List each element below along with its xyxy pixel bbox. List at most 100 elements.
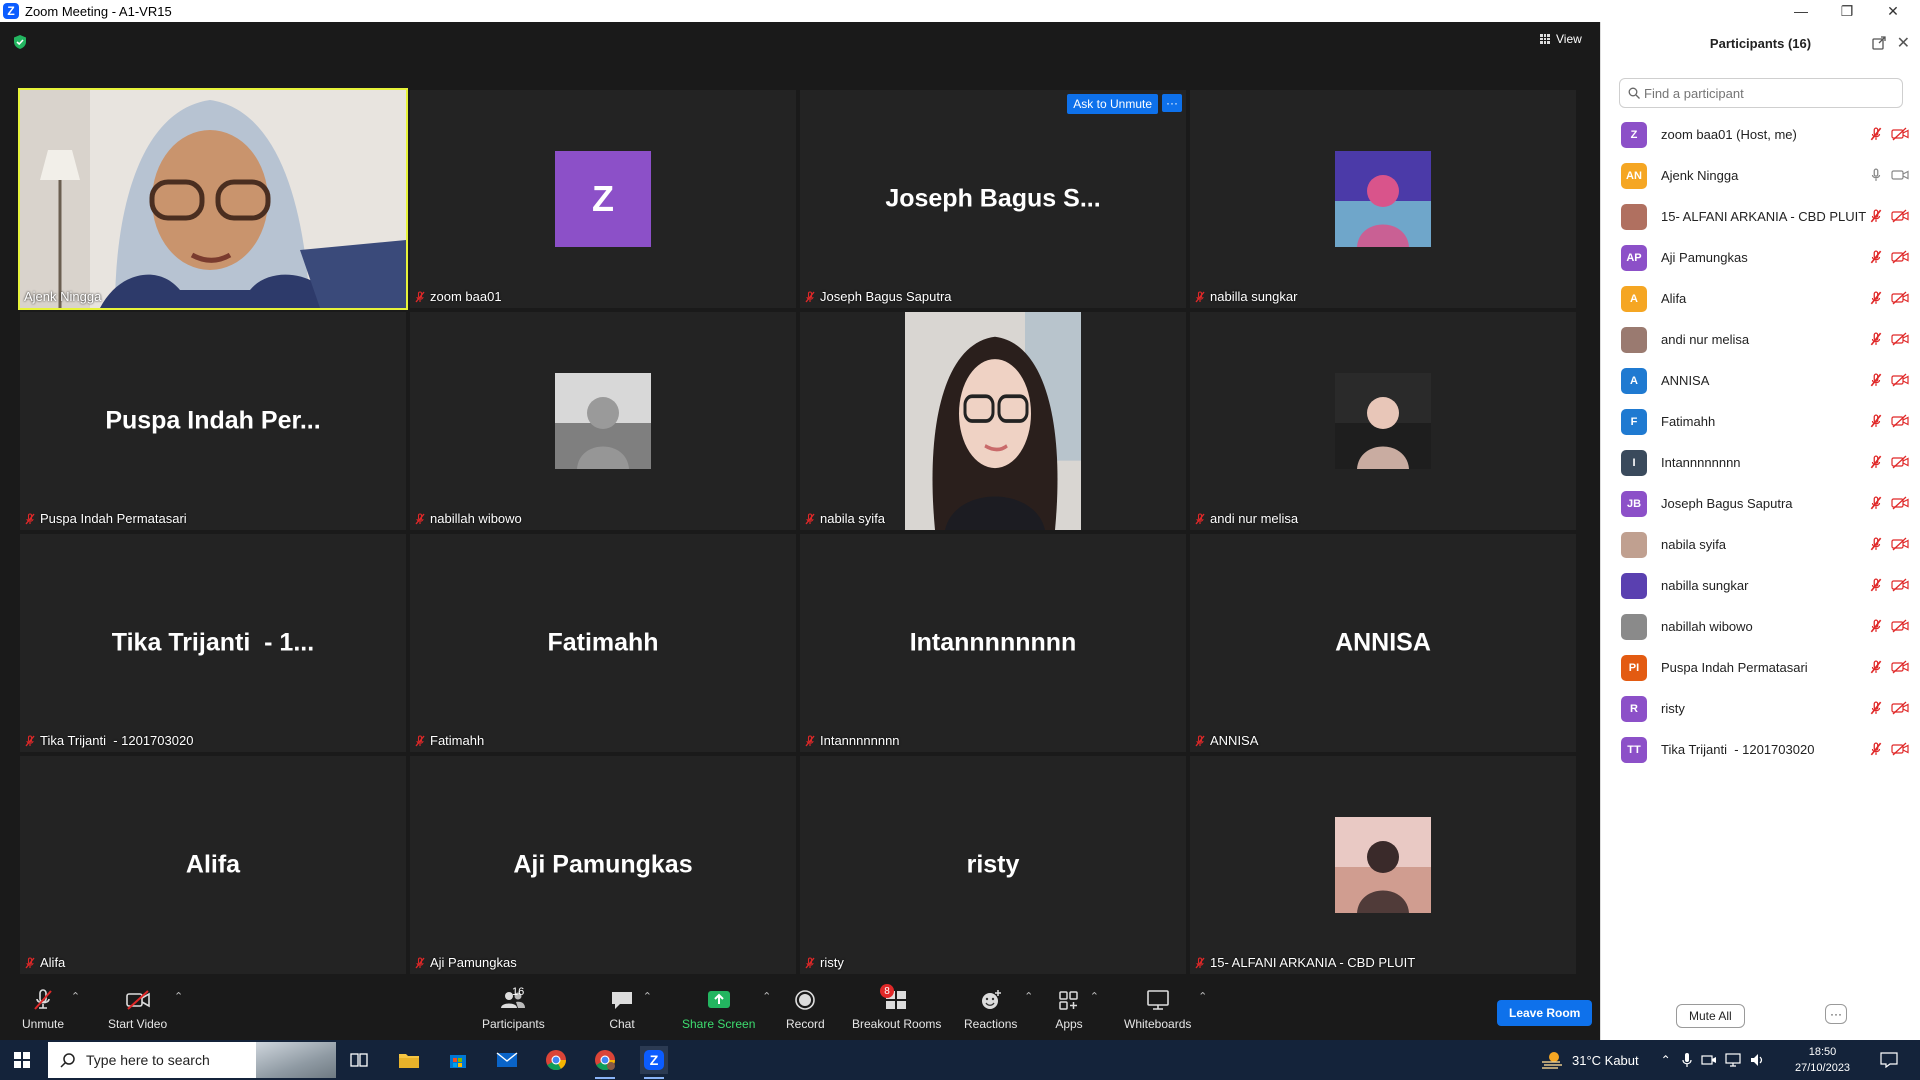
microsoft-store-icon[interactable] xyxy=(444,1046,472,1074)
participant-row[interactable]: nabillah wibowo xyxy=(1601,606,1920,647)
video-off-icon[interactable] xyxy=(1891,578,1909,592)
muted-mic-icon[interactable] xyxy=(1869,660,1883,674)
muted-mic-icon[interactable] xyxy=(1869,291,1883,305)
participant-row[interactable]: Rristy xyxy=(1601,688,1920,729)
muted-mic-icon[interactable] xyxy=(1869,209,1883,223)
video-options-caret[interactable]: ⌃ xyxy=(174,990,183,1003)
chat-button[interactable]: ⌃ Chat xyxy=(608,988,652,1031)
participant-row[interactable]: andi nur melisa xyxy=(1601,319,1920,360)
participant-tile[interactable]: Zzoom baa01 xyxy=(410,90,796,308)
muted-mic-icon[interactable] xyxy=(1869,373,1883,387)
start-video-button[interactable]: ⌃ Start Video xyxy=(108,988,183,1031)
weather-text[interactable]: 31°C Kabut xyxy=(1572,1053,1639,1068)
share-screen-button[interactable]: ⌃ Share Screen xyxy=(682,988,771,1031)
video-off-icon[interactable] xyxy=(1891,250,1909,264)
video-off-icon[interactable] xyxy=(1891,701,1909,715)
muted-mic-icon[interactable] xyxy=(1869,537,1883,551)
participant-row[interactable]: 15- ALFANI ARKANIA - CBD PLUIT xyxy=(1601,196,1920,237)
meet-now-icon[interactable] xyxy=(1701,1052,1717,1068)
restore-button[interactable]: ❐ xyxy=(1824,0,1870,22)
network-icon[interactable] xyxy=(1725,1052,1741,1068)
minimize-button[interactable]: — xyxy=(1778,0,1824,22)
file-explorer-icon[interactable] xyxy=(395,1046,423,1074)
video-off-icon[interactable] xyxy=(1891,332,1909,346)
participant-row[interactable]: JB Joseph Bagus Saputra xyxy=(1601,483,1920,524)
view-button[interactable]: View xyxy=(1540,32,1582,46)
unmute-button[interactable]: ⌃ Unmute xyxy=(22,988,80,1031)
participant-search-box[interactable] xyxy=(1619,78,1903,108)
tray-overflow-icon[interactable]: ⌃ xyxy=(1661,1053,1671,1067)
participant-row[interactable]: F Fatimahh xyxy=(1601,401,1920,442)
video-icon[interactable] xyxy=(1891,168,1909,182)
video-off-icon[interactable] xyxy=(1891,209,1909,223)
participants-button[interactable]: 16 Participants xyxy=(482,986,545,1031)
whiteboards-button[interactable]: ⌃ Whiteboards xyxy=(1124,988,1207,1031)
participant-tile[interactable]: 15- ALFANI ARKANIA - CBD PLUIT xyxy=(1190,756,1576,974)
muted-mic-icon[interactable] xyxy=(1869,250,1883,264)
taskbar-clock[interactable]: 18:50 27/10/2023 xyxy=(1795,1044,1850,1076)
chrome-icon[interactable] xyxy=(542,1046,570,1074)
participant-tile[interactable]: Fatimahh Fatimahh xyxy=(410,534,796,752)
share-options-caret[interactable]: ⌃ xyxy=(762,990,771,1003)
muted-mic-icon[interactable] xyxy=(1869,742,1883,756)
participant-tile[interactable]: Puspa Indah Per... Puspa Indah Permatasar… xyxy=(20,312,406,530)
participant-row[interactable]: nabilla sungkar xyxy=(1601,565,1920,606)
ask-to-unmute-button[interactable]: Ask to Unmute xyxy=(1067,94,1158,114)
close-panel-icon[interactable]: ✕ xyxy=(1897,33,1910,53)
popout-icon[interactable] xyxy=(1872,36,1886,50)
participant-tile[interactable]: nabillah wibowo xyxy=(410,312,796,530)
muted-mic-icon[interactable] xyxy=(1869,701,1883,715)
windows-start-icon[interactable] xyxy=(14,1052,30,1068)
video-off-icon[interactable] xyxy=(1891,291,1909,305)
participant-tile[interactable]: Joseph Bagus S... Ask to Unmute ··· Joseph … xyxy=(800,90,1186,308)
participant-row[interactable]: Zzoom baa01 (Host, me) xyxy=(1601,114,1920,155)
breakout-rooms-button[interactable]: 8 Breakout Rooms xyxy=(852,984,941,1031)
muted-mic-icon[interactable] xyxy=(1869,127,1883,141)
task-view-icon[interactable] xyxy=(345,1046,373,1074)
muted-mic-icon[interactable] xyxy=(1869,578,1883,592)
panel-more-button[interactable]: ··· xyxy=(1825,1004,1847,1024)
participant-tile[interactable]: nabilla sungkar xyxy=(1190,90,1576,308)
chrome-profile-icon[interactable] xyxy=(591,1046,619,1079)
mute-all-button[interactable]: Mute All xyxy=(1676,1004,1745,1028)
video-off-icon[interactable] xyxy=(1891,455,1909,469)
participant-row[interactable]: TT Tika Trijanti - 1201703020 xyxy=(1601,729,1920,770)
zoom-taskbar-icon[interactable]: Z xyxy=(640,1046,668,1079)
video-off-icon[interactable] xyxy=(1891,660,1909,674)
participant-row[interactable]: A ANNISA xyxy=(1601,360,1920,401)
video-off-icon[interactable] xyxy=(1891,127,1909,141)
reactions-button[interactable]: ⌃ Reactions xyxy=(964,988,1033,1031)
muted-mic-icon[interactable] xyxy=(1869,332,1883,346)
taskbar-search-box[interactable]: Type here to search xyxy=(48,1042,336,1078)
muted-mic-icon[interactable] xyxy=(1869,455,1883,469)
apps-button[interactable]: ⌃ Apps xyxy=(1055,988,1099,1031)
participant-row[interactable]: PI Puspa Indah Permatasari xyxy=(1601,647,1920,688)
participant-tile[interactable]: Ajenk Ningga xyxy=(18,88,408,310)
reactions-options-caret[interactable]: ⌃ xyxy=(1024,990,1033,1003)
video-off-icon[interactable] xyxy=(1891,537,1909,551)
participant-search-input[interactable] xyxy=(1644,85,1884,101)
close-window-button[interactable]: ✕ xyxy=(1870,0,1916,22)
whiteboards-options-caret[interactable]: ⌃ xyxy=(1198,990,1207,1003)
video-off-icon[interactable] xyxy=(1891,619,1909,633)
participant-row[interactable]: I Intannnnnnnn xyxy=(1601,442,1920,483)
unmute-options-caret[interactable]: ⌃ xyxy=(71,990,80,1003)
participant-row[interactable]: nabila syifa xyxy=(1601,524,1920,565)
security-shield-icon[interactable] xyxy=(12,34,28,50)
notifications-icon[interactable] xyxy=(1880,1052,1898,1068)
participant-row[interactable]: AN Ajenk Ningga xyxy=(1601,155,1920,196)
mail-icon[interactable] xyxy=(493,1046,521,1074)
muted-mic-icon[interactable] xyxy=(1869,414,1883,428)
participant-tile[interactable]: ANNISA ANNISA xyxy=(1190,534,1576,752)
tile-more-button[interactable]: ··· xyxy=(1162,94,1182,112)
apps-options-caret[interactable]: ⌃ xyxy=(1090,990,1099,1003)
participant-tile[interactable]: Aji Pamungkas Aji Pamungkas xyxy=(410,756,796,974)
participant-tile[interactable]: Intannnnnnnn Intannnnnnnn xyxy=(800,534,1186,752)
video-off-icon[interactable] xyxy=(1891,414,1909,428)
leave-room-button[interactable]: Leave Room xyxy=(1497,1000,1593,1026)
video-off-icon[interactable] xyxy=(1891,496,1909,510)
participant-tile[interactable]: Tika Trijanti - 1... Tika Trijanti - 1201… xyxy=(20,534,406,752)
participant-row[interactable]: AP Aji Pamungkas xyxy=(1601,237,1920,278)
participant-tile[interactable]: risty risty xyxy=(800,756,1186,974)
chat-options-caret[interactable]: ⌃ xyxy=(643,990,652,1003)
